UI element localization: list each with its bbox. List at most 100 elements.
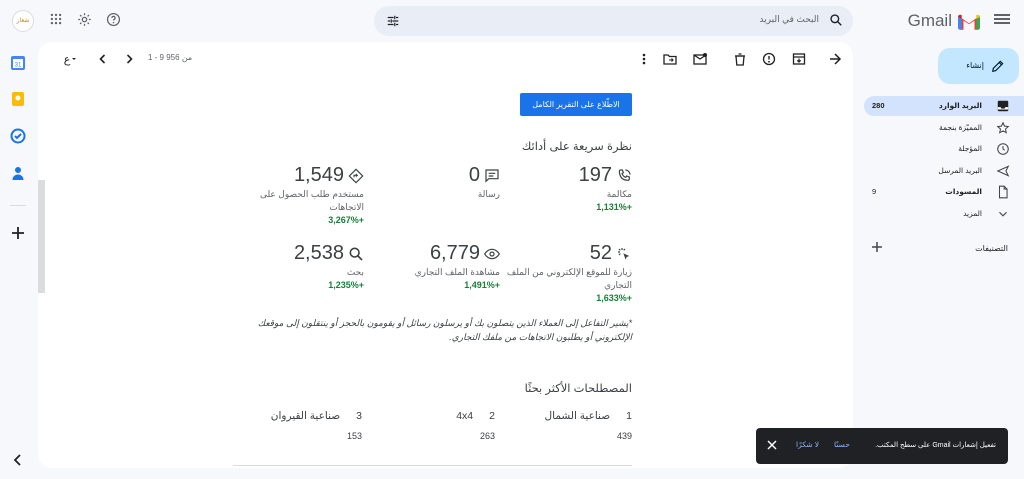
search-icon[interactable] xyxy=(829,13,843,27)
labels-heading: التصنيفات xyxy=(975,244,1008,253)
message-view: ع 1 - 9 من 956 الاطّلاع على التقرير الكا… xyxy=(38,42,853,468)
stat-value: 52 xyxy=(589,242,612,264)
sidebar-item-label: المميّزة بنجمة xyxy=(938,123,982,132)
sidebar-item-label: المسودات xyxy=(945,187,982,196)
term-text: صناعية الشمال xyxy=(544,410,611,422)
stat-label: مشاهدة الملف التجاري xyxy=(414,267,500,277)
mark-unread-icon[interactable] xyxy=(693,52,707,66)
tasks-icon[interactable] xyxy=(10,128,26,144)
stat-profile-views: 6,779 مشاهدة الملف التجاري +1,491% xyxy=(374,242,500,290)
message-icon xyxy=(485,168,499,183)
stat-label: بحث xyxy=(346,267,364,277)
sidebar-item-sent[interactable]: البريد المرسل xyxy=(864,161,1024,181)
term-index: 2 xyxy=(489,410,495,422)
pencil-icon xyxy=(992,60,1004,72)
settings-gear-icon[interactable] xyxy=(77,12,92,27)
account-avatar[interactable]: شعار xyxy=(12,10,34,32)
collapse-panel-icon[interactable] xyxy=(10,452,26,468)
add-app-icon[interactable] xyxy=(10,225,26,241)
contacts-icon[interactable] xyxy=(10,165,26,181)
stat-searches: 2,538 بحث +1,235% xyxy=(238,242,364,290)
search-bar[interactable]: البحث في البريد xyxy=(374,6,853,36)
stat-website-visits: 52 زيارة للموقع الإلكتروني من الملف التج… xyxy=(506,242,632,303)
stat-directions: 1,549 مستخدم طلب الحصول على الاتجاهات +3… xyxy=(238,164,364,225)
glance-title: نظرة سريعة على أدائك xyxy=(521,141,632,153)
main-menu-icon[interactable] xyxy=(994,12,1010,28)
search-icon xyxy=(349,247,363,261)
language-dropdown-icon[interactable]: ع xyxy=(62,52,76,66)
keep-icon[interactable] xyxy=(10,91,26,107)
sidebar-item-snoozed[interactable]: المؤجلة xyxy=(864,139,1024,159)
eye-icon xyxy=(484,248,500,259)
sidebar-item-starred[interactable]: المميّزة بنجمة xyxy=(864,118,1024,138)
send-icon xyxy=(996,165,1010,177)
snackbar-ok-button[interactable]: حسنًا xyxy=(834,440,850,449)
term-count: 153 xyxy=(346,431,362,441)
phone-icon xyxy=(618,168,631,181)
archive-icon[interactable] xyxy=(792,52,806,66)
older-chevron-icon[interactable] xyxy=(122,52,136,66)
stat-calls: 197 مكالمة +1,131% xyxy=(506,164,632,212)
apps-grid-icon[interactable] xyxy=(49,12,63,26)
sidebar-item-drafts[interactable]: المسودات 9 xyxy=(864,182,1024,202)
gmail-m-icon xyxy=(958,14,980,30)
search-input[interactable]: البحث في البريد xyxy=(759,14,819,25)
add-label-icon[interactable] xyxy=(871,241,883,253)
search-term-item: 1 صناعية الشمال xyxy=(545,410,633,422)
directions-icon xyxy=(348,167,364,184)
svg-text:ع: ع xyxy=(64,53,71,66)
scrollbar[interactable] xyxy=(38,180,45,293)
report-spam-icon[interactable] xyxy=(762,52,776,66)
more-options-icon[interactable] xyxy=(637,52,651,66)
gmail-logo-text: Gmail xyxy=(907,11,952,30)
stat-messages: 0 رسالة xyxy=(374,164,500,202)
gmail-logo[interactable]: Gmail xyxy=(908,11,980,31)
stat-value: 1,549 xyxy=(293,164,344,186)
clock-icon xyxy=(997,143,1009,155)
move-to-folder-icon[interactable] xyxy=(663,52,677,66)
sidebar-item-label: البريد المرسل xyxy=(938,166,982,175)
search-options-icon[interactable] xyxy=(386,14,400,28)
term-count: 263 xyxy=(479,431,495,441)
section-divider xyxy=(233,465,632,466)
sidebar-item-more[interactable]: المزيد xyxy=(864,204,1024,224)
stat-change: +1,491% xyxy=(464,280,500,290)
stat-value: 0 xyxy=(468,164,480,186)
stat-change: +1,235% xyxy=(328,280,364,290)
view-full-report-button[interactable]: الاطّلاع على التقرير الكامل xyxy=(520,93,632,116)
top-bar: Gmail البحث في البريد شعار xyxy=(0,0,1024,42)
term-text: 4x4 xyxy=(456,410,474,422)
compose-button[interactable]: إنشاء xyxy=(938,48,1019,84)
sidebar-item-label: المؤجلة xyxy=(958,144,982,153)
term-index: 3 xyxy=(356,410,362,422)
newer-chevron-icon[interactable] xyxy=(96,52,110,66)
snackbar-message: تفعيل إشعارات Gmail على سطح المكتب. xyxy=(875,442,996,449)
inbox-icon xyxy=(997,100,1009,112)
message-toolbar: ع 1 - 9 من 956 xyxy=(38,42,853,76)
click-icon xyxy=(618,247,630,260)
pagination-text: 1 - 9 من 956 xyxy=(148,53,193,62)
engagement-note: *يشير التفاعل إلى العملاء الذين يتصلون ب… xyxy=(257,318,632,342)
stat-change: +1,633% xyxy=(596,293,632,303)
sidebar-item-inbox[interactable]: البريد الوارد 280 xyxy=(864,96,1024,116)
chevron-down-icon xyxy=(999,211,1007,217)
term-text: صناعية القيروان xyxy=(270,410,341,422)
snackbar-no-thanks-button[interactable]: لا شكرًا xyxy=(796,440,819,449)
close-icon[interactable] xyxy=(766,439,778,451)
stat-value: 197 xyxy=(578,164,612,186)
term-index: 1 xyxy=(626,410,632,422)
stat-label: زيارة للموقع الإلكتروني من الملف التجاري xyxy=(506,267,632,290)
sidebar-item-label: البريد الوارد xyxy=(938,101,982,110)
draft-icon xyxy=(998,185,1008,199)
search-term-item: 2 4x4 xyxy=(456,410,495,422)
star-icon xyxy=(996,121,1010,134)
help-icon[interactable] xyxy=(106,12,121,27)
back-arrow-icon[interactable] xyxy=(828,52,842,66)
calendar-icon[interactable]: 31 xyxy=(10,55,26,71)
sidebar-item-label: المزيد xyxy=(963,209,982,218)
stat-label: رسالة xyxy=(477,189,500,199)
email-body: الاطّلاع على التقرير الكامل نظرة سريعة ع… xyxy=(38,76,853,468)
sidebar-item-count: 280 xyxy=(872,101,885,110)
delete-icon[interactable] xyxy=(733,52,747,66)
desktop-notifications-snackbar: تفعيل إشعارات Gmail على سطح المكتب. حسنً… xyxy=(756,428,1008,464)
